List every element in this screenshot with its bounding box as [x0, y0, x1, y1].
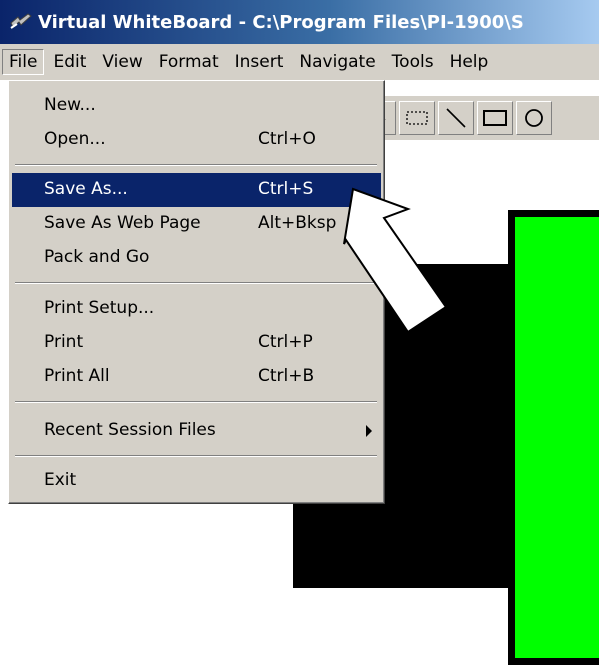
- menu-item-label: Pack and Go: [44, 247, 150, 267]
- file-menu: New... Open... Ctrl+O Save As... Ctrl+S …: [8, 80, 385, 504]
- menu-item-label: Save As...: [44, 179, 128, 199]
- menu-insert[interactable]: Insert: [228, 49, 291, 75]
- ellipse-tool-button[interactable]: [516, 101, 552, 135]
- menu-item-print[interactable]: Print Ctrl+P: [12, 326, 381, 360]
- app-icon: [10, 13, 32, 29]
- menu-format[interactable]: Format: [152, 49, 226, 75]
- menu-separator: [15, 401, 377, 403]
- menu-separator: [15, 164, 377, 166]
- menu-item-save-as-web-page[interactable]: Save As Web Page Alt+Bksp: [12, 207, 381, 241]
- rectangle-tool-button[interactable]: [477, 101, 513, 135]
- window-title: Virtual WhiteBoard - C:\Program Files\PI…: [38, 11, 524, 33]
- menu-item-print-setup[interactable]: Print Setup...: [12, 292, 381, 326]
- menu-separator: [15, 455, 377, 457]
- menu-item-shortcut: Ctrl+P: [258, 332, 313, 352]
- menu-item-label: Print Setup...: [44, 298, 155, 318]
- drawing-toolbar: [360, 96, 599, 140]
- menu-item-label: New...: [44, 95, 96, 115]
- menu-item-new[interactable]: New...: [12, 89, 381, 123]
- menu-item-shortcut: Ctrl+S: [258, 179, 314, 199]
- menu-item-shortcut: Ctrl+B: [258, 366, 315, 386]
- ellipse-tool-icon: [525, 109, 543, 127]
- menu-item-label: Open...: [44, 129, 106, 149]
- menu-item-label: Print: [44, 332, 84, 352]
- green-rectangle-shape[interactable]: [508, 210, 599, 665]
- menu-item-label: Recent Session Files: [44, 420, 216, 440]
- select-rectangle-button[interactable]: [399, 101, 435, 135]
- menu-file[interactable]: File: [2, 49, 45, 75]
- menu-help[interactable]: Help: [443, 49, 496, 75]
- menu-edit[interactable]: Edit: [46, 49, 93, 75]
- menu-separator: [15, 282, 377, 284]
- menu-view[interactable]: View: [95, 49, 149, 75]
- menu-item-shortcut: Ctrl+O: [258, 129, 316, 149]
- menu-item-label: Save As Web Page: [44, 213, 201, 233]
- menu-item-pack-and-go[interactable]: Pack and Go: [12, 241, 381, 275]
- menu-tools[interactable]: Tools: [385, 49, 441, 75]
- menu-bar: File Edit View Format Insert Navigate To…: [0, 44, 599, 80]
- submenu-arrow-icon: [366, 425, 372, 437]
- menu-item-open[interactable]: Open... Ctrl+O: [12, 123, 381, 157]
- menu-navigate[interactable]: Navigate: [292, 49, 382, 75]
- select-rectangle-icon: [406, 111, 428, 125]
- rectangle-tool-icon: [483, 110, 507, 126]
- title-bar: Virtual WhiteBoard - C:\Program Files\PI…: [0, 0, 599, 44]
- menu-item-print-all[interactable]: Print All Ctrl+B: [12, 360, 381, 394]
- menu-item-label: Exit: [44, 470, 77, 490]
- menu-item-save-as[interactable]: Save As... Ctrl+S: [12, 173, 381, 207]
- menu-item-exit[interactable]: Exit: [12, 464, 381, 498]
- menu-item-shortcut: Alt+Bksp: [258, 213, 337, 233]
- line-tool-icon: [446, 108, 466, 128]
- menu-item-label: Print All: [44, 366, 110, 386]
- line-tool-button[interactable]: [438, 101, 474, 135]
- menu-item-recent-session-files[interactable]: Recent Session Files: [12, 414, 381, 448]
